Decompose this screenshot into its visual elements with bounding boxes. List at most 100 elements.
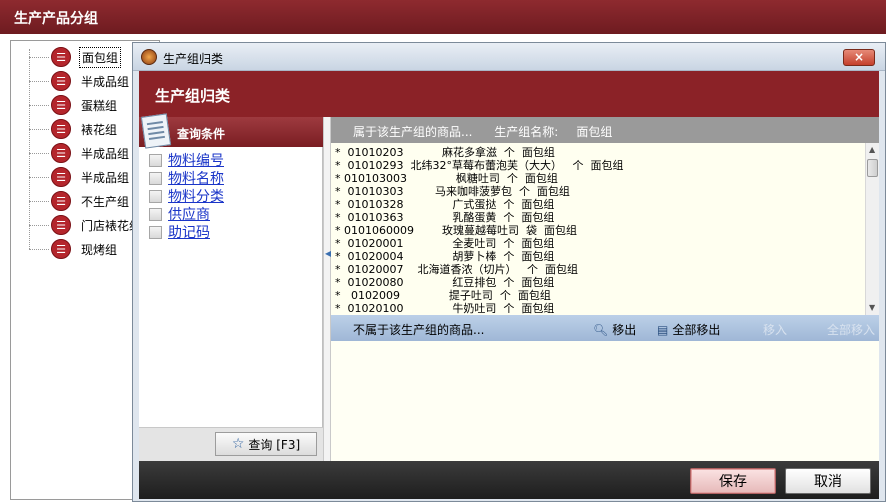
query-option-material-category[interactable]: 物料分类	[149, 187, 224, 205]
cancel-button[interactable]: 取消	[785, 468, 871, 494]
add-all-button[interactable]: 全部移入	[827, 321, 875, 338]
tree-item-label: 裱花组	[81, 122, 118, 137]
list-item[interactable]: * 01010203 麻花多拿滋 个 面包组	[335, 146, 555, 159]
panel-splitter[interactable]: ◀	[323, 117, 331, 461]
save-button[interactable]: 保存	[690, 468, 776, 494]
list-item[interactable]: * 01010303 马来咖啡菠萝包 个 面包组	[335, 185, 570, 198]
group-name-value: 面包组	[576, 125, 613, 139]
remove-all-button-label: 全部移出	[672, 323, 721, 337]
add-button-label: 移入	[763, 323, 788, 337]
window-title-bar: 生产产品分组	[0, 0, 886, 34]
tree-item[interactable]: ☰ 门店裱花组	[51, 214, 143, 236]
star-icon: ☆	[231, 436, 245, 452]
remove-all-button[interactable]: ▤ 全部移出	[657, 321, 720, 338]
add-button[interactable]: 移入	[763, 321, 787, 338]
tree-item[interactable]: ☰ 半成品组	[51, 166, 131, 188]
query-option-label[interactable]: 物料名称	[168, 168, 224, 188]
app-icon	[141, 49, 157, 65]
not-belong-product-list[interactable]	[331, 341, 879, 461]
checkbox[interactable]	[149, 207, 162, 221]
list-item[interactable]: * 01020100 牛奶吐司 个 面包组	[335, 302, 554, 315]
dialog-title: 生产组归类	[163, 52, 224, 66]
checkbox[interactable]	[149, 153, 162, 167]
tree-item[interactable]: ☰ 面包组	[51, 46, 122, 68]
query-option-label[interactable]: 供应商	[168, 204, 210, 224]
tree-item[interactable]: ☰ 半成品组	[51, 142, 131, 164]
query-button[interactable]: ☆ 查询 [F3]	[215, 432, 317, 456]
not-belong-section-header: 不属于该生产组的商品... 🔍︎ 移出 ▤ 全部移出 移入 全部移入	[331, 315, 879, 341]
tree-item-label: 半成品组	[81, 146, 130, 161]
not-belong-section-title: 不属于该生产组的商品...	[353, 323, 485, 337]
query-option-label[interactable]: 助记码	[168, 222, 210, 242]
scroll-down-icon[interactable]: ▼	[869, 303, 875, 312]
list-item[interactable]: * 01010363 乳酪蛋黄 个 面包组	[335, 211, 554, 224]
list-icon: ☰	[51, 95, 71, 115]
list-icon: ☰	[51, 191, 71, 211]
document-icon	[140, 113, 172, 149]
list-item[interactable]: * 01020004 胡萝卜棒 个 面包组	[335, 250, 554, 263]
tree-item-label: 现烤组	[81, 242, 118, 257]
query-panel: 查询条件 物料编号 物料名称 物料分类 供应商 助记码 ☆ 查询 [F3]	[139, 113, 323, 461]
list-icon: ☰	[51, 167, 71, 187]
query-panel-header: 查询条件	[139, 113, 323, 149]
list-icon: ☰	[51, 143, 71, 163]
tree-item-label: 半成品组	[81, 170, 130, 185]
close-icon: ×	[853, 50, 865, 64]
window-icon: ▤	[657, 322, 669, 337]
query-option-supplier[interactable]: 供应商	[149, 205, 210, 223]
list-item[interactable]: * 0101060009 玫瑰蔓越莓吐司 袋 面包组	[335, 224, 577, 237]
checkbox[interactable]	[149, 189, 162, 203]
list-item[interactable]: * 01020001 全麦吐司 个 面包组	[335, 237, 554, 250]
query-button-label: 查询 [F3]	[248, 437, 301, 452]
product-assignment-area: 属于该生产组的商品... 生产组名称: 面包组 * 01010203 麻花多拿滋 …	[331, 117, 879, 461]
list-icon: ☰	[51, 215, 71, 235]
scroll-up-icon[interactable]: ▲	[869, 145, 875, 154]
query-option-material-name[interactable]: 物料名称	[149, 169, 224, 187]
dialog-heading: 生产组归类	[155, 87, 231, 105]
product-group-dialog: 生产组归类 × 生产组归类 查询条件 物料编号 物料名称 物料分类 供应商 助记…	[132, 42, 886, 502]
scrollbar-thumb[interactable]	[867, 159, 878, 177]
tree-item[interactable]: ☰ 半成品组	[51, 70, 131, 92]
belong-section-header: 属于该生产组的商品... 生产组名称: 面包组	[331, 117, 879, 143]
tree-item-label: 蛋糕组	[81, 98, 118, 113]
tree-connector	[29, 49, 30, 249]
list-icon: ☰	[51, 71, 71, 91]
group-name-label: 生产组名称:	[494, 125, 559, 139]
list-item[interactable]: * 010103003 枫糖吐司 个 面包组	[335, 172, 558, 185]
save-button-label: 保存	[719, 474, 747, 490]
cancel-button-label: 取消	[814, 474, 842, 490]
tree-item[interactable]: ☰ 不生产组	[51, 190, 131, 212]
list-item[interactable]: * 01010293 北纬32°草莓布蕾泡芙（大大） 个 面包组	[335, 159, 623, 172]
query-panel-footer: ☆ 查询 [F3]	[139, 427, 323, 461]
window-title: 生产产品分组	[14, 11, 98, 27]
remove-button-label: 移出	[612, 323, 637, 337]
query-option-label[interactable]: 物料分类	[168, 186, 224, 206]
remove-button[interactable]: 🔍︎ 移出	[593, 321, 636, 338]
list-item[interactable]: * 01020080 红豆排包 个 面包组	[335, 276, 554, 289]
tree-item-label: 半成品组	[81, 74, 130, 89]
list-icon: ☰	[51, 119, 71, 139]
list-icon: ☰	[51, 47, 71, 67]
belong-product-list[interactable]: * 01010203 麻花多拿滋 个 面包组 * 01010293 北纬32°草…	[331, 143, 865, 315]
add-all-button-label: 全部移入	[827, 323, 876, 337]
query-option-label[interactable]: 物料编号	[168, 150, 224, 170]
belong-list-scrollbar[interactable]: ▲ ▼	[865, 143, 879, 315]
dialog-title-bar[interactable]: 生产组归类 ×	[133, 43, 885, 71]
belong-section-title: 属于该生产组的商品...	[353, 125, 473, 139]
list-item[interactable]: * 0102009 提子吐司 个 面包组	[335, 289, 551, 302]
tree-item-label: 不生产组	[81, 194, 130, 209]
tree-item[interactable]: ☰ 裱花组	[51, 118, 119, 140]
list-item[interactable]: * 01020007 北海道香浓（切片） 个 面包组	[335, 263, 578, 276]
list-item[interactable]: * 01010328 广式蛋挞 个 面包组	[335, 198, 554, 211]
query-option-mnemonic[interactable]: 助记码	[149, 223, 210, 241]
tree-item-label: 面包组	[79, 46, 122, 68]
dialog-footer: 保存 取消	[139, 461, 879, 499]
close-button[interactable]: ×	[843, 49, 875, 66]
tree-item[interactable]: ☰ 蛋糕组	[51, 94, 119, 116]
tree-item[interactable]: ☰ 现烤组	[51, 238, 119, 260]
dialog-body: 生产组归类 查询条件 物料编号 物料名称 物料分类 供应商 助记码 ☆ 查询 […	[139, 71, 879, 499]
checkbox[interactable]	[149, 171, 162, 185]
checkbox[interactable]	[149, 225, 162, 239]
query-option-material-code[interactable]: 物料编号	[149, 151, 224, 169]
list-icon: ☰	[51, 239, 71, 259]
